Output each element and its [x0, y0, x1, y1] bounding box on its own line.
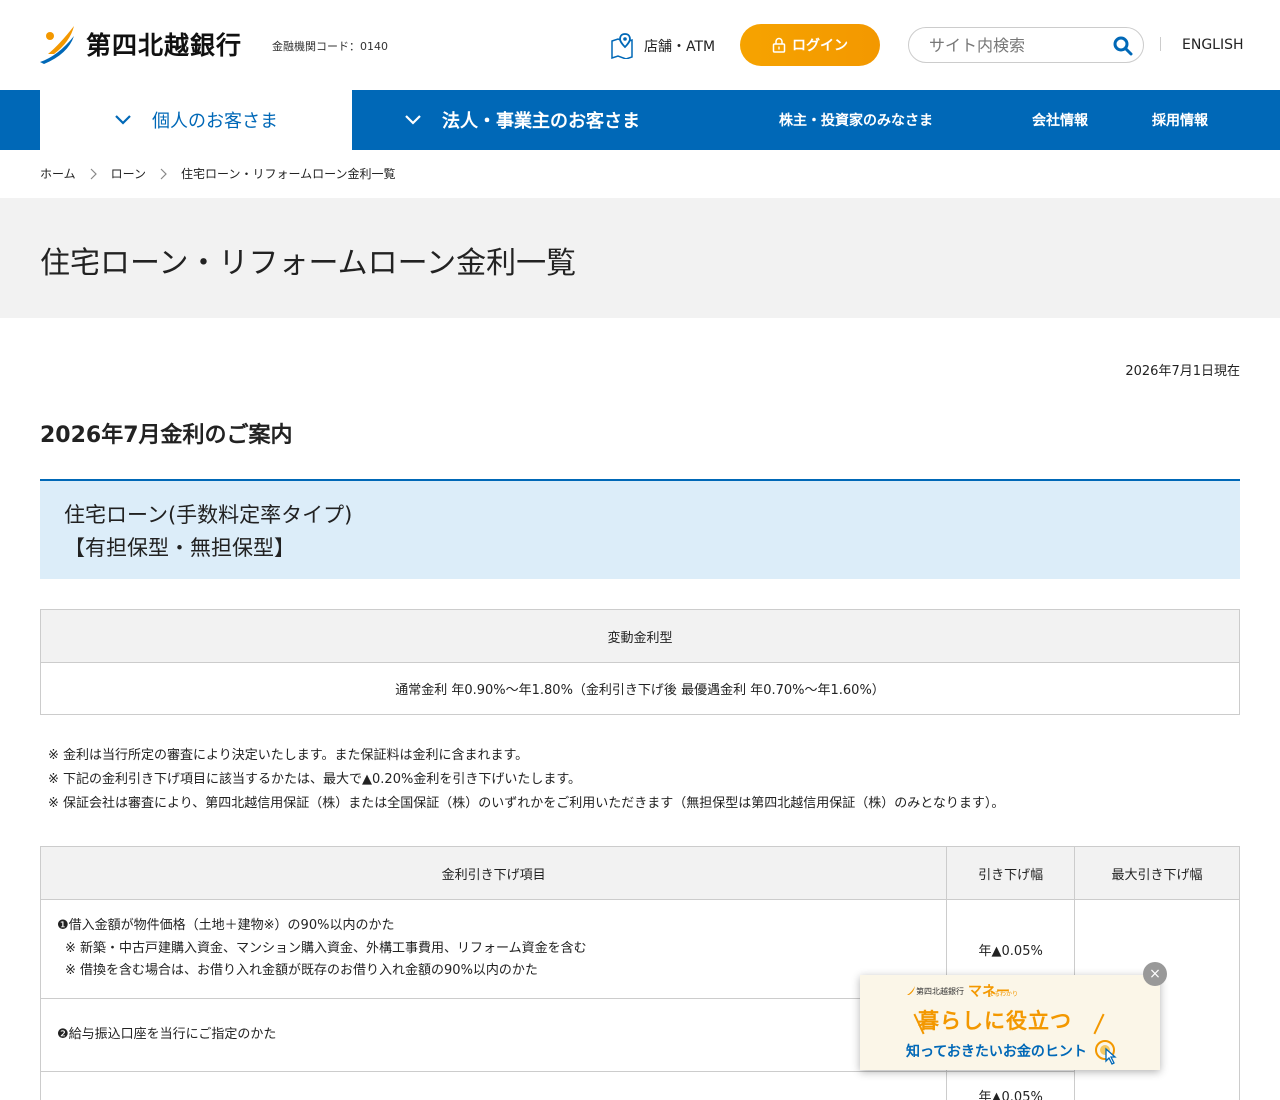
logo-text: 第四北越銀行 [86, 31, 243, 60]
login-label: ログイン [792, 38, 848, 54]
discount-item-subnote: ※ 借換を含む場合は、お借り入れ金額が既存のお借り入れ金額の90%以内のかた [65, 963, 538, 979]
nav-investors[interactable]: 株主・投資家のみなさま [779, 90, 933, 150]
search-input[interactable] [929, 35, 1109, 55]
discount-header-item: 金利引き下げ項目 [39, 846, 948, 900]
as-of-date: 2026年7月1日現在 [1125, 364, 1240, 379]
popup-brand-sub: まるわかり [988, 991, 1019, 998]
store-atm-label: 店舗・ATM [644, 39, 716, 55]
rate-table-header: 変動金利型 [40, 609, 1240, 663]
chevron-down-icon [405, 115, 421, 125]
popup-close-button[interactable]: × [1143, 962, 1167, 986]
breadcrumb: ホーム ローン 住宅ローン・リフォームローン金利一覧 [40, 165, 396, 182]
logo-mark-icon [907, 986, 915, 995]
section-heading: 2026年7月金利のご案内 [40, 423, 293, 448]
breadcrumb-home[interactable]: ホーム [40, 165, 76, 182]
logo[interactable]: 第四北越銀行 [40, 24, 242, 64]
page-title: 住宅ローン・リフォームローン金利一覧 [40, 246, 577, 281]
chevron-right-icon [160, 168, 167, 179]
search-icon[interactable] [1113, 36, 1133, 56]
chevron-down-icon [115, 115, 131, 125]
popup-subheadline: 知っておきたいお金のヒント [906, 1044, 1087, 1060]
popup-headline: 暮らしに役立つ [918, 1009, 1072, 1033]
rate-table: 変動金利型 通常金利 年0.90%〜年1.80%（金利引き下げ後 最優遇金利 年… [40, 609, 1240, 715]
chevron-right-icon [90, 168, 97, 179]
store-atm-link[interactable]: 店舗・ATM [610, 33, 715, 59]
pointer-hand-icon [1095, 1040, 1117, 1065]
nav-personal-label: 個人のお客さま [152, 111, 278, 132]
discount-amount: 年▲0.05% [946, 1071, 1076, 1100]
nav-company[interactable]: 会社情報 [1032, 90, 1088, 150]
logo-mark-icon [40, 24, 78, 64]
loan-type-title: 住宅ローン(手数料定率タイプ) [64, 503, 353, 527]
nav-corporate-label: 法人・事業主のお客さま [442, 111, 640, 132]
table-row: 年▲0.05% [39, 1071, 1240, 1100]
search-box [908, 27, 1144, 63]
discount-item-cell: ❷給与振込口座を当行にご指定のかた [39, 998, 948, 1072]
rate-table-value: 通常金利 年0.90%〜年1.80%（金利引き下げ後 最優遇金利 年0.70%〜… [40, 662, 1240, 715]
discount-item-text: ❷給与振込口座を当行にご指定のかた [57, 1026, 277, 1042]
notes: ※ 金利は当行所定の審査により決定いたします。また保証料は金利に含まれます。 ※… [48, 744, 1004, 816]
discount-item-cell: ❶借入金額が物件価格（土地＋建物※）の90%以内のかた ※ 新築・中古戸建購入資… [39, 899, 948, 999]
discount-item-cell [39, 1071, 948, 1100]
loan-type-subtitle: 【有担保型・無担保型】 [64, 536, 295, 560]
nav-corporate[interactable]: 法人・事業主のお客さま [352, 90, 692, 150]
english-link[interactable]: ENGLISH [1182, 37, 1244, 53]
site-header: 第四北越銀行 金融機関コード：0140 店舗・ATM ログイン ENGLISH [0, 0, 1280, 90]
discount-item-subnote: ※ 新築・中古戸建購入資金、マンション購入資金、外構工事費用、リフォーム資金を含… [65, 940, 587, 956]
discount-header-max: 最大引き下げ幅 [1074, 846, 1240, 900]
loan-type-box: 住宅ローン(手数料定率タイプ) 【有担保型・無担保型】 [40, 479, 1240, 579]
bank-code: 金融機関コード：0140 [272, 40, 388, 53]
nav-personal[interactable]: 個人のお客さま [40, 90, 352, 150]
global-nav: 個人のお客さま 法人・事業主のお客さま 株主・投資家のみなさま 会社情報 採用情… [0, 90, 1280, 150]
note-item: ※ 下記の金利引き下げ項目に該当するかたは、最大で▲0.20%金利を引き下げいた… [48, 772, 582, 787]
popup-brand-bank: 第四北越銀行 [916, 986, 964, 996]
breadcrumb-current: 住宅ローン・リフォームローン金利一覧 [181, 167, 396, 181]
note-item: ※ 保証会社は審査により、第四北越信用保証（株）または全国保証（株）のいずれかを… [48, 796, 1005, 811]
nav-recruit[interactable]: 採用情報 [1152, 90, 1208, 150]
lock-icon [772, 37, 786, 53]
popup-slash-decoration [1093, 1013, 1105, 1035]
discount-item-text: ❶借入金額が物件価格（土地＋建物※）の90%以内のかた [57, 918, 395, 934]
discount-header-amount: 引き下げ幅 [946, 846, 1076, 900]
header-divider [1160, 37, 1161, 51]
login-button[interactable]: ログイン [740, 24, 880, 66]
breadcrumb-loan[interactable]: ローン [111, 165, 146, 182]
money-popup-banner[interactable]: 第四北越銀行 マネー まるわかり 暮らしに役立つ 知っておきたいお金のヒント [860, 975, 1160, 1070]
note-item: ※ 金利は当行所定の審査により決定いたします。また保証料は金利に含まれます。 [48, 748, 529, 763]
map-pin-icon [611, 33, 633, 59]
